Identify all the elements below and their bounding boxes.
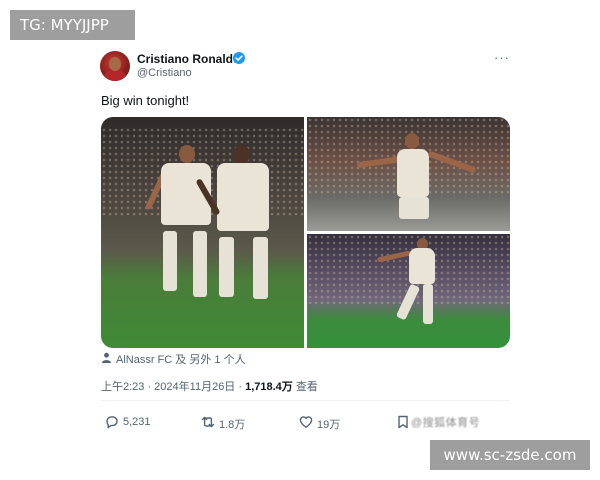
- author-name[interactable]: Cristiano Ronaldo: [137, 52, 240, 66]
- blurred-watermark-text: @搜狐体育号: [411, 417, 481, 429]
- media-grid[interactable]: [101, 117, 510, 348]
- person-icon: [102, 352, 111, 363]
- watermark-bottom-right: www.sc-zsde.com: [430, 440, 590, 470]
- heart-icon: [299, 416, 313, 428]
- photo-celebration-duo[interactable]: [101, 117, 304, 348]
- tweet-timestamp[interactable]: 上午2:23 · 2024年11月26日 ·: [101, 381, 245, 393]
- retweet-count: 1.8万: [219, 419, 246, 431]
- tweet-metadata: 上午2:23 · 2024年11月26日 · 1,718.4万 查看: [101, 378, 318, 394]
- more-options-icon[interactable]: ···: [494, 50, 510, 65]
- photo-arms-out-celebration[interactable]: [307, 117, 510, 231]
- retweet-icon: [201, 416, 215, 428]
- view-count: 1,718.4万: [245, 381, 293, 393]
- divider: [101, 400, 510, 401]
- photo-running-celebration[interactable]: [307, 234, 510, 348]
- avatar[interactable]: [100, 51, 130, 81]
- watermark-top-left: TG: MYYJJPP: [10, 10, 135, 40]
- author-handle[interactable]: @Cristiano: [137, 67, 192, 79]
- reply-count: 5,231: [123, 416, 151, 428]
- tagged-accounts[interactable]: AlNassr FC 及 另外 1 个人: [116, 351, 246, 367]
- view-label: 查看: [292, 381, 318, 393]
- verified-badge-icon: [233, 52, 245, 64]
- bookmark-icon: [398, 415, 408, 429]
- bookmark-button[interactable]: [395, 414, 411, 430]
- tweet-text: Big win tonight!: [101, 93, 190, 108]
- reply-icon: [106, 416, 118, 429]
- like-count: 19万: [317, 419, 341, 431]
